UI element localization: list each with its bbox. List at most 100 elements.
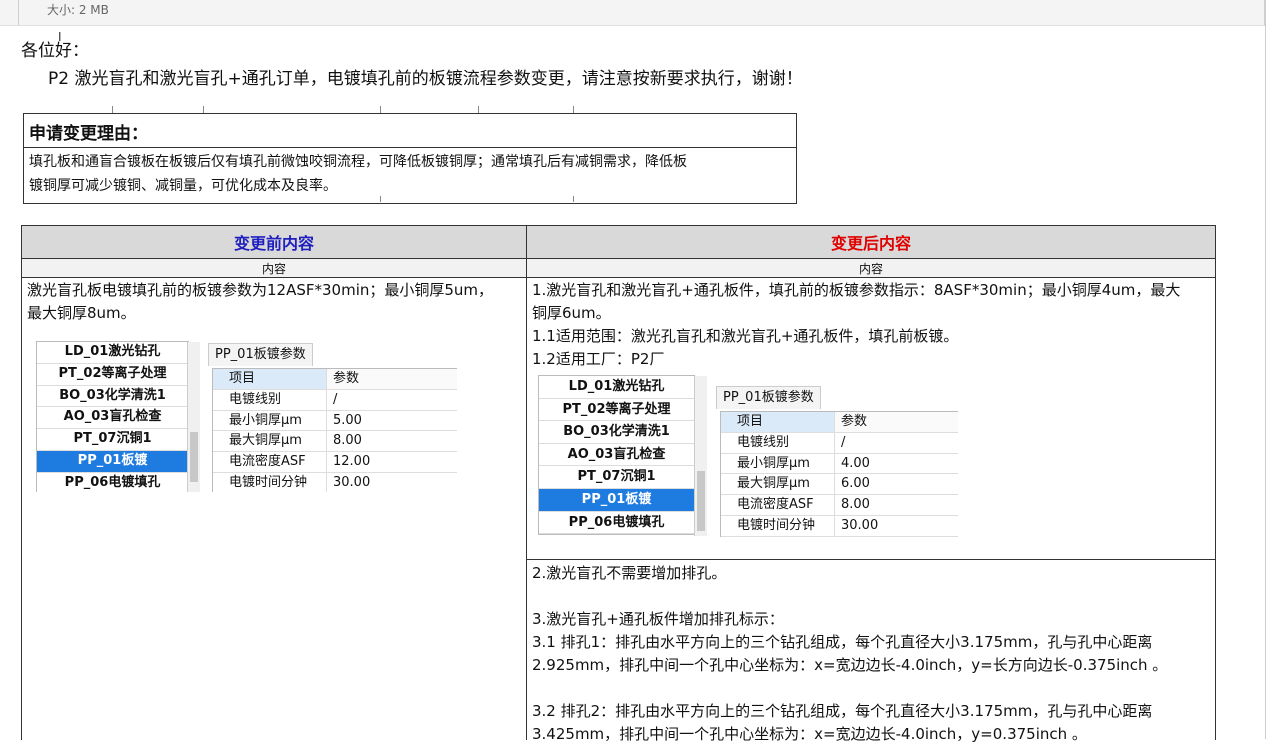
grid-key: 最大铜厚μm bbox=[213, 431, 327, 452]
grid-value: 6.00 bbox=[841, 476, 870, 492]
process-item: AO_03盲孔检查 bbox=[539, 444, 694, 467]
grid-row: 最小铜厚μm 5.00 bbox=[213, 410, 457, 432]
grid-value: 5.00 bbox=[333, 412, 362, 428]
after-settings-screenshot: LD_01激光钻孔 PT_02等离子处理 BO_03化学清洗1 AO_03盲孔检… bbox=[538, 375, 958, 538]
divider bbox=[18, 0, 19, 25]
grid-row: 电流密度ASF 12.00 bbox=[213, 452, 457, 473]
grid-row: 电流密度ASF 8.00 bbox=[721, 495, 958, 516]
process-list: LD_01激光钻孔 PT_02等离子处理 BO_03化学清洗1 AO_03盲孔检… bbox=[538, 375, 695, 536]
divider bbox=[573, 196, 574, 202]
after-line: 3.425mm，排孔中间一个孔中心坐标为：x=宽边边长-4.0inch，y=0.… bbox=[532, 725, 1087, 743]
after-line: 1.2适用工厂：P2厂 bbox=[532, 350, 665, 368]
after-line: 3.1 排孔1：排孔由水平方向上的三个钻孔组成，每个孔直径大小3.175mm，孔… bbox=[532, 633, 1153, 651]
before-header: 变更前内容 bbox=[22, 226, 526, 259]
grid-row: 最大铜厚μm 8.00 bbox=[213, 431, 457, 453]
reason-line: 镀铜厚可减少镀铜、减铜量，可优化成本及良率。 bbox=[29, 178, 337, 194]
grid-value: 12.00 bbox=[333, 454, 371, 470]
process-item: AO_03盲孔检查 bbox=[37, 407, 188, 430]
grid-key: 电镀时间分钟 bbox=[721, 515, 835, 536]
change-reason-box: 申请变更理由： 填孔板和通盲合镀板在板镀后仅有填孔前微蚀咬铜流程，可降低板镀铜厚… bbox=[23, 113, 797, 204]
process-item: LD_01激光钻孔 bbox=[539, 376, 694, 399]
grid-value: / bbox=[333, 391, 338, 407]
before-subheader: 内容 bbox=[22, 259, 526, 278]
grid-row: 电镀线别 / bbox=[213, 389, 457, 411]
process-item: PT_07沉铜1 bbox=[37, 429, 188, 451]
divider bbox=[573, 106, 574, 113]
grid-key: 电流密度ASF bbox=[721, 495, 835, 515]
grid-row: 电镀线别 / bbox=[721, 432, 958, 454]
after-line: 3.激光盲孔+通孔板件增加排孔标示： bbox=[532, 610, 784, 628]
before-line: 激光盲孔板电镀填孔前的板镀参数为12ASF*30min；最小铜厚5um， bbox=[27, 281, 494, 299]
column-divider bbox=[526, 226, 527, 740]
grid-key: 电镀线别 bbox=[721, 432, 835, 453]
scrollbar-thumb bbox=[190, 432, 198, 482]
reason-title: 申请变更理由： bbox=[24, 114, 796, 148]
grid-value: 4.00 bbox=[841, 455, 870, 471]
process-item: LD_01激光钻孔 bbox=[37, 342, 188, 364]
tab-params: PP_01板镀参数 bbox=[716, 386, 821, 409]
process-item: PP_06电镀填孔 bbox=[37, 473, 188, 492]
process-item: BO_03化学清洗1 bbox=[37, 386, 188, 408]
grid-value: 8.00 bbox=[333, 433, 362, 449]
grid-value: 30.00 bbox=[841, 517, 879, 533]
grid-header-value: 参数 bbox=[333, 371, 360, 386]
divider bbox=[112, 106, 113, 113]
scrollbar-thumb bbox=[697, 471, 705, 531]
list-scrollbar bbox=[694, 376, 707, 536]
after-line: 2.925mm，排孔中间一个孔中心坐标为：x=宽边边长-4.0inch，y=长方… bbox=[532, 656, 1168, 674]
grid-key: 最大铜厚μm bbox=[721, 474, 835, 495]
grid-header: 项目 参数 bbox=[721, 412, 958, 433]
before-content: 激光盲孔板电镀填孔前的板镀参数为12ASF*30min；最小铜厚5um， 最大铜… bbox=[27, 279, 493, 325]
row-divider bbox=[527, 559, 1215, 560]
params-grid: 项目 参数 电镀线别 / 最小铜厚μm 4.00 最大铜厚μm 6.00 电流密… bbox=[720, 411, 958, 537]
process-item: PT_02等离子处理 bbox=[539, 399, 694, 422]
email-greeting: 各位好： bbox=[21, 41, 89, 61]
after-line: 1.1适用范围：激光孔盲孔和激光盲孔+通孔板件，填孔前板镀。 bbox=[532, 327, 959, 345]
grid-header: 项目 参数 bbox=[213, 369, 457, 390]
tab-params: PP_01板镀参数 bbox=[208, 343, 313, 366]
divider bbox=[203, 106, 204, 113]
divider bbox=[380, 196, 381, 202]
reason-line: 填孔板和通盲合镀板在板镀后仅有填孔前微蚀咬铜流程，可降低板镀铜厚；通常填孔后有减… bbox=[29, 154, 687, 170]
divider bbox=[380, 106, 381, 113]
after-line: 铜厚6um。 bbox=[532, 304, 611, 322]
email-lead: P2 激光盲孔和激光盲孔+通孔订单，电镀填孔前的板镀流程参数变更，请注意按新要求… bbox=[48, 69, 803, 89]
after-content-1: 1.激光盲孔和激光盲孔+通孔板件，填孔前的板镀参数指示：8ASF*30min；最… bbox=[532, 279, 1180, 371]
after-line: 3.2 排孔2：排孔由水平方向上的三个钻孔组成，每个孔直径大小3.175mm，孔… bbox=[532, 702, 1153, 720]
after-line: 2.激光盲孔不需要增加排孔。 bbox=[532, 564, 727, 582]
grid-key: 最小铜厚μm bbox=[213, 410, 327, 431]
process-item-selected: PP_01板镀 bbox=[539, 488, 694, 512]
file-size: 大小: 2 MB bbox=[47, 3, 109, 17]
grid-value: 8.00 bbox=[841, 497, 870, 513]
reason-body: 填孔板和通盲合镀板在板镀后仅有填孔前微蚀咬铜流程，可降低板镀铜厚；通常填孔后有减… bbox=[24, 148, 796, 203]
process-item: BO_03化学清洗1 bbox=[539, 421, 694, 444]
change-table: 变更前内容 变更后内容 内容 内容 激光盲孔板电镀填孔前的板镀参数为12ASF*… bbox=[21, 225, 1216, 743]
grid-row: 电镀时间分钟 30.00 bbox=[721, 515, 958, 537]
after-line: 1.激光盲孔和激光盲孔+通孔板件，填孔前的板镀参数指示：8ASF*30min；最… bbox=[532, 281, 1181, 299]
grid-header-item: 项目 bbox=[213, 369, 327, 389]
before-settings-screenshot: LD_01激光钻孔 PT_02等离子处理 BO_03化学清洗1 AO_03盲孔检… bbox=[36, 341, 457, 492]
grid-row: 最小铜厚μm 4.00 bbox=[721, 453, 958, 475]
process-item: PP_06电镀填孔 bbox=[539, 512, 694, 535]
grid-row: 电镀时间分钟 30.00 bbox=[213, 472, 457, 492]
process-item: PT_02等离子处理 bbox=[37, 364, 188, 386]
before-line: 最大铜厚8um。 bbox=[27, 304, 136, 322]
list-scrollbar bbox=[187, 342, 200, 492]
attachment-bar: 大小: 2 MB bbox=[0, 0, 1266, 26]
process-item-selected: PP_01板镀 bbox=[37, 450, 188, 473]
grid-row: 最大铜厚μm 6.00 bbox=[721, 474, 958, 496]
divider bbox=[478, 106, 479, 113]
params-grid: 项目 参数 电镀线别 / 最小铜厚μm 5.00 最大铜厚μm 8.00 电流密… bbox=[212, 368, 457, 492]
grid-key: 最小铜厚μm bbox=[721, 453, 835, 474]
grid-key: 电镀线别 bbox=[213, 389, 327, 410]
grid-header-value: 参数 bbox=[841, 414, 868, 429]
process-list: LD_01激光钻孔 PT_02等离子处理 BO_03化学清洗1 AO_03盲孔检… bbox=[36, 341, 189, 492]
grid-key: 电镀时间分钟 bbox=[213, 472, 327, 492]
grid-value: 30.00 bbox=[333, 474, 371, 490]
after-subheader: 内容 bbox=[527, 259, 1215, 278]
process-item: PT_07沉铜1 bbox=[539, 466, 694, 489]
after-content-2: 2.激光盲孔不需要增加排孔。 3.激光盲孔+通孔板件增加排孔标示： 3.1 排孔… bbox=[532, 562, 1167, 746]
grid-key: 电流密度ASF bbox=[213, 452, 327, 472]
